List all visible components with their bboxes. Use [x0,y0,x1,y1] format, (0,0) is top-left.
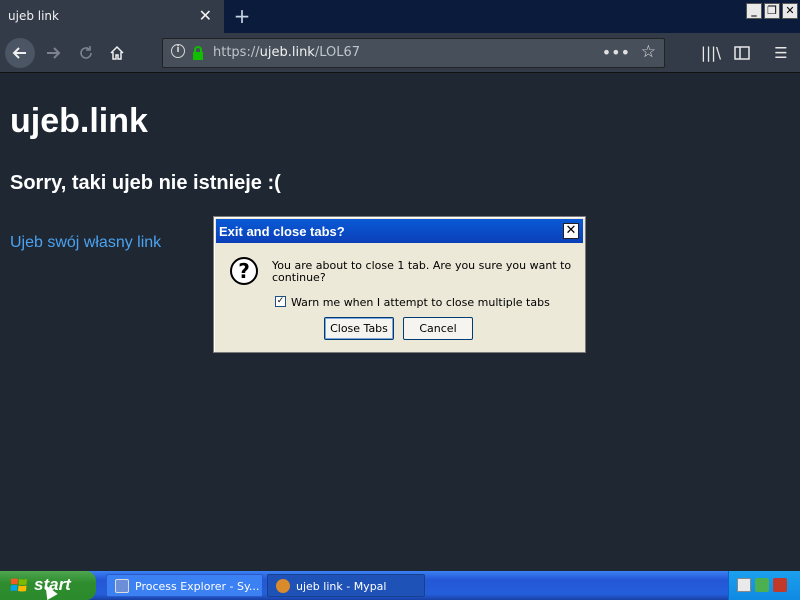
taskbar-item-label: Process Explorer - Sy... [135,580,260,593]
page-title: ujeb.link [10,102,148,140]
tray-app-icon[interactable] [773,578,787,592]
taskbar-item-mypal[interactable]: ujeb link - Mypal [267,574,425,597]
mypal-icon [276,579,290,593]
minimize-button[interactable]: _ [746,3,762,19]
tab-strip: ujeb link ✕ + _ ❐ ✕ [0,0,800,33]
lock-icon[interactable] [192,45,204,60]
new-tab-button[interactable]: + [230,3,254,29]
taskbar-item-label: ujeb link - Mypal [296,580,387,593]
url-bar[interactable]: i https://ujeb.link/LOL67 ••• ☆ [162,38,665,68]
tray-network-icon[interactable] [755,578,769,592]
cancel-button[interactable]: Cancel [403,317,473,340]
back-icon[interactable] [5,38,35,68]
warn-checkbox-label[interactable]: Warn me when I attempt to close multiple… [291,296,550,309]
restore-button[interactable]: ❐ [764,3,780,19]
window-controls: _ ❐ ✕ [746,3,798,19]
nav-bar: i https://ujeb.link/LOL67 ••• ☆ |||\ ☰ [0,33,800,73]
process-explorer-icon [115,579,129,593]
tab-title: ujeb link [8,9,59,23]
dialog-message: You are about to close 1 tab. Are you su… [272,259,572,284]
info-icon[interactable]: i [171,44,185,58]
tab-close-icon[interactable]: ✕ [199,6,212,25]
taskbar: start Process Explorer - Sy... ujeb link… [0,571,800,600]
url-text: https://ujeb.link/LOL67 [213,45,361,60]
reload-icon[interactable] [71,38,101,68]
close-window-button[interactable]: ✕ [782,3,798,19]
close-tabs-button[interactable]: Close Tabs [324,317,394,340]
close-tabs-dialog: Exit and close tabs? ✕ ? You are about t… [213,216,586,353]
dialog-title-bar: Exit and close tabs? ✕ [216,219,583,243]
page-actions-icon[interactable]: ••• [602,43,630,62]
warn-checkbox[interactable]: ✓ [275,296,286,307]
taskbar-item-process-explorer[interactable]: Process Explorer - Sy... [106,574,263,597]
dialog-title: Exit and close tabs? [219,224,345,239]
bookmark-star-icon[interactable]: ☆ [641,42,656,62]
menu-icon[interactable]: ☰ [768,38,794,68]
home-icon[interactable] [102,38,132,68]
tray-display-icon[interactable] [737,578,751,592]
forward-icon[interactable] [38,38,68,68]
system-tray [728,571,800,600]
sidebar-icon[interactable] [729,38,755,68]
windows-logo-icon [10,578,27,592]
question-icon: ? [230,257,258,285]
library-icon[interactable]: |||\ [698,38,724,68]
error-message: Sorry, taki ujeb nie istnieje :( [10,172,281,194]
tab-ujeb-link[interactable]: ujeb link ✕ [0,0,224,33]
create-link[interactable]: Ujeb swój własny link [10,234,161,252]
dialog-close-icon[interactable]: ✕ [563,223,579,239]
